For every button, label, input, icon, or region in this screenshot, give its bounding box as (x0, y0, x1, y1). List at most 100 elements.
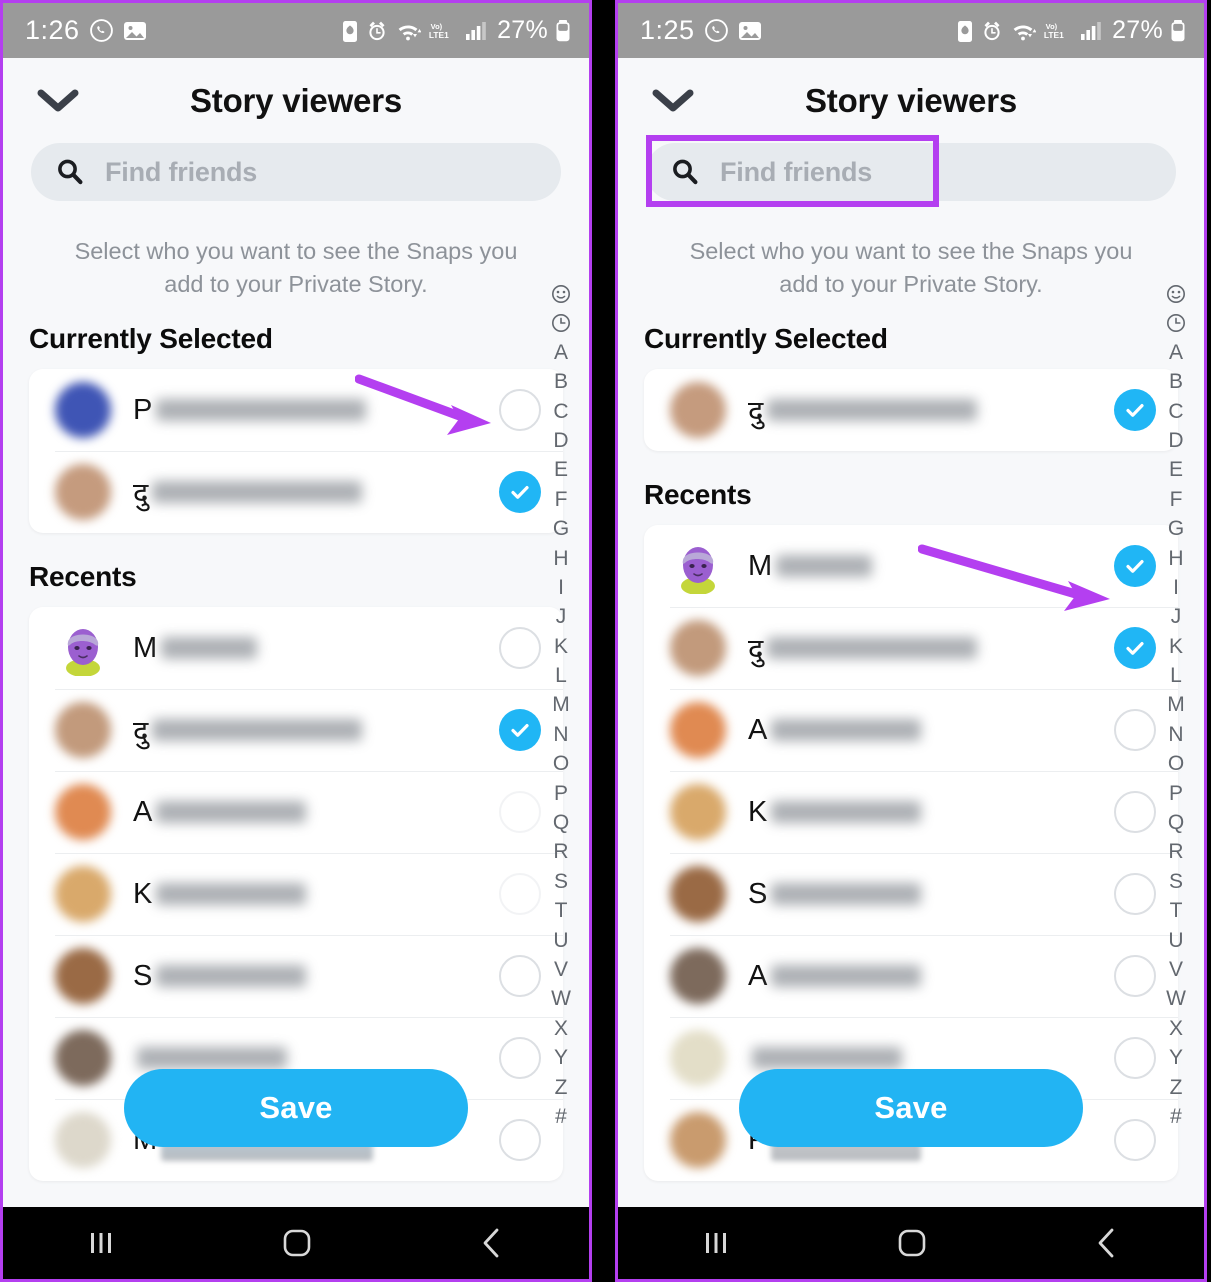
alpha-F[interactable]: F (1170, 485, 1183, 514)
alpha-P[interactable]: P (554, 779, 568, 808)
recents-lines-icon[interactable] (700, 1228, 732, 1258)
alpha-J[interactable]: J (1171, 602, 1182, 631)
alpha-V[interactable]: V (1169, 955, 1183, 984)
alpha-N[interactable]: N (1168, 720, 1183, 749)
smiley-icon[interactable] (1166, 279, 1186, 308)
alpha-F[interactable]: F (555, 485, 568, 514)
alpha-I[interactable]: I (1173, 573, 1179, 602)
toggle-checked[interactable] (499, 471, 541, 513)
chevron-down-icon[interactable] (37, 88, 79, 114)
clock-icon[interactable] (551, 308, 571, 337)
toggle-checked[interactable] (499, 709, 541, 751)
alpha-C[interactable]: C (553, 397, 568, 426)
alpha-W[interactable]: W (551, 984, 571, 1013)
alpha-G[interactable]: G (1168, 514, 1184, 543)
alpha-J[interactable]: J (556, 602, 567, 631)
toggle-unchecked[interactable] (1114, 873, 1156, 915)
alpha-O[interactable]: O (553, 749, 569, 778)
table-row[interactable]: P (29, 369, 563, 451)
alpha-W[interactable]: W (1166, 984, 1186, 1013)
alpha-Q[interactable]: Q (553, 808, 569, 837)
avatar (55, 464, 111, 520)
table-row[interactable]: M (644, 525, 1178, 607)
alpha-D[interactable]: D (553, 426, 568, 455)
alpha-E[interactable]: E (554, 455, 568, 484)
toggle-unchecked[interactable] (499, 627, 541, 669)
alpha-M[interactable]: M (1167, 690, 1185, 719)
recents-lines-icon[interactable] (85, 1228, 117, 1258)
alpha-Q[interactable]: Q (1168, 808, 1184, 837)
alpha-T[interactable]: T (555, 896, 568, 925)
alpha-D[interactable]: D (1168, 426, 1183, 455)
table-row[interactable]: K (29, 853, 563, 935)
alpha-K[interactable]: K (554, 632, 568, 661)
alpha-A[interactable]: A (1169, 338, 1183, 367)
save-button-container: Save (618, 1069, 1204, 1147)
alpha-R[interactable]: R (553, 837, 568, 866)
alpha-L[interactable]: L (1170, 661, 1182, 690)
alpha-M[interactable]: M (552, 690, 570, 719)
subtitle-text: Select who you want to see the Snaps you… (689, 238, 1133, 297)
clock-icon[interactable] (1166, 308, 1186, 337)
alpha-S[interactable]: S (554, 867, 568, 896)
table-row[interactable]: S (29, 935, 563, 1017)
table-row[interactable]: दु (644, 607, 1178, 689)
toggle-unchecked[interactable] (499, 791, 541, 833)
alpha-X[interactable]: X (554, 1014, 568, 1043)
alpha-U[interactable]: U (1168, 926, 1183, 955)
alpha-E[interactable]: E (1169, 455, 1183, 484)
alpha-B[interactable]: B (554, 367, 568, 396)
alphabet-index[interactable]: A B C D E F G H I J K L M N O P Q R S T … (541, 279, 581, 1131)
table-row[interactable]: दु (29, 451, 563, 533)
alpha-V[interactable]: V (554, 955, 568, 984)
table-row[interactable]: दु (644, 369, 1178, 451)
toggle-unchecked[interactable] (1114, 791, 1156, 833)
save-button[interactable]: Save (739, 1069, 1083, 1147)
alpha-L[interactable]: L (555, 661, 567, 690)
save-button[interactable]: Save (124, 1069, 468, 1147)
alpha-R[interactable]: R (1168, 837, 1183, 866)
table-row[interactable]: A (29, 771, 563, 853)
home-square-icon[interactable] (280, 1226, 314, 1260)
row-name: A (748, 714, 1114, 747)
alpha-I[interactable]: I (558, 573, 564, 602)
back-chevron-icon[interactable] (477, 1226, 507, 1260)
alpha-C[interactable]: C (1168, 397, 1183, 426)
table-row[interactable]: A (644, 935, 1178, 1017)
toggle-checked[interactable] (1114, 627, 1156, 669)
table-row[interactable]: M (29, 607, 563, 689)
alpha-P[interactable]: P (1169, 779, 1183, 808)
toggle-unchecked[interactable] (1114, 955, 1156, 997)
alpha-N[interactable]: N (553, 720, 568, 749)
alpha-H[interactable]: H (1168, 544, 1183, 573)
toggle-checked[interactable] (1114, 545, 1156, 587)
alpha-K[interactable]: K (1169, 632, 1183, 661)
chevron-down-icon[interactable] (652, 88, 694, 114)
table-row[interactable]: A (644, 689, 1178, 771)
alpha-O[interactable]: O (1168, 749, 1184, 778)
alpha-A[interactable]: A (554, 338, 568, 367)
back-chevron-icon[interactable] (1092, 1226, 1122, 1260)
table-row[interactable]: S (644, 853, 1178, 935)
toggle-unchecked[interactable] (499, 389, 541, 431)
toggle-checked[interactable] (1114, 389, 1156, 431)
alpha-U[interactable]: U (553, 926, 568, 955)
alpha-S[interactable]: S (1169, 867, 1183, 896)
search-input[interactable]: Find friends (646, 143, 1176, 201)
alphabet-index[interactable]: A B C D E F G H I J K L M N O P Q R S T … (1156, 279, 1196, 1131)
alpha-G[interactable]: G (553, 514, 569, 543)
toggle-unchecked[interactable] (499, 873, 541, 915)
alpha-H[interactable]: H (553, 544, 568, 573)
android-nav-bar (3, 1207, 589, 1279)
battery-saver-icon (956, 19, 974, 43)
toggle-unchecked[interactable] (499, 955, 541, 997)
home-square-icon[interactable] (895, 1226, 929, 1260)
table-row[interactable]: K (644, 771, 1178, 853)
alpha-T[interactable]: T (1170, 896, 1183, 925)
search-input[interactable]: Find friends (31, 143, 561, 201)
toggle-unchecked[interactable] (1114, 709, 1156, 751)
table-row[interactable]: दु (29, 689, 563, 771)
alpha-B[interactable]: B (1169, 367, 1183, 396)
alpha-X[interactable]: X (1169, 1014, 1183, 1043)
smiley-icon[interactable] (551, 279, 571, 308)
